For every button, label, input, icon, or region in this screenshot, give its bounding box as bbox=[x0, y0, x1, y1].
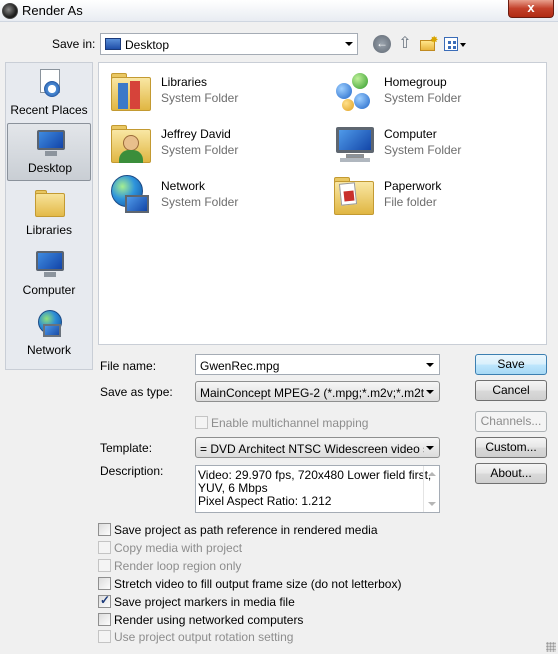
computer-icon bbox=[332, 121, 378, 165]
list-item[interactable]: Libraries System Folder bbox=[103, 67, 303, 115]
render-as-dialog: Render As x Save in: Desktop ← ⇧ ✸ Recen… bbox=[0, 0, 558, 654]
back-icon[interactable]: ← bbox=[373, 35, 391, 53]
option-loop-region-checkbox[interactable] bbox=[98, 559, 111, 572]
place-computer[interactable]: Computer bbox=[7, 247, 91, 305]
place-network[interactable]: Network bbox=[7, 307, 91, 365]
file-name-value: GwenRec.mpg bbox=[200, 359, 280, 373]
list-item[interactable]: Homegroup System Folder bbox=[326, 67, 526, 115]
option-label: Render using networked computers bbox=[114, 613, 304, 627]
description-scrollbar[interactable] bbox=[423, 466, 439, 512]
save-button[interactable]: Save bbox=[475, 354, 547, 375]
description-box[interactable]: Video: 29.970 fps, 720x480 Lower field f… bbox=[195, 465, 440, 513]
chevron-down-icon bbox=[426, 446, 434, 450]
desktop-icon bbox=[105, 38, 121, 50]
item-type: File folder bbox=[384, 195, 437, 209]
save-in-label: Save in: bbox=[52, 37, 96, 51]
item-name: Libraries bbox=[161, 75, 208, 89]
network-icon bbox=[34, 309, 66, 339]
cancel-button[interactable]: Cancel bbox=[475, 380, 547, 401]
place-desktop[interactable]: Desktop bbox=[7, 123, 91, 181]
place-label: Libraries bbox=[25, 223, 73, 237]
close-button[interactable]: x bbox=[508, 0, 554, 18]
save-in-value: Desktop bbox=[125, 38, 170, 52]
list-item[interactable]: Paperwork File folder bbox=[326, 171, 526, 219]
save-as-type-value: MainConcept MPEG-2 (*.mpg;*.m2v;*.m2t;*.… bbox=[200, 386, 424, 400]
option-label: Use project output rotation setting bbox=[114, 630, 294, 644]
list-item[interactable]: Jeffrey David System Folder bbox=[103, 119, 303, 167]
item-type: System Folder bbox=[161, 143, 239, 157]
item-type: System Folder bbox=[161, 195, 239, 209]
item-name: Computer bbox=[384, 127, 437, 141]
option-label: Copy media with project bbox=[114, 541, 243, 555]
place-label: Computer bbox=[22, 283, 76, 297]
scroll-down-icon[interactable] bbox=[428, 502, 436, 506]
views-menu-icon[interactable] bbox=[444, 35, 468, 53]
item-name: Network bbox=[161, 179, 206, 193]
checkmark-icon: ✓ bbox=[100, 593, 111, 607]
title-bar: Render As x bbox=[0, 0, 558, 22]
computer-icon bbox=[34, 249, 66, 279]
resize-grip[interactable] bbox=[546, 642, 556, 652]
description-line: Pixel Aspect Ratio: 1.212 bbox=[198, 494, 332, 508]
option-path-reference-checkbox[interactable] bbox=[98, 523, 111, 536]
place-label: Desktop bbox=[27, 161, 73, 175]
item-name: Homegroup bbox=[384, 75, 447, 89]
option-copy-media-checkbox[interactable] bbox=[98, 541, 111, 554]
recent-places-icon bbox=[34, 69, 66, 99]
scroll-up-icon[interactable] bbox=[428, 472, 436, 476]
option-label: Render loop region only bbox=[114, 559, 242, 573]
save-as-type-label: Save as type: bbox=[100, 385, 173, 399]
window-title: Render As bbox=[22, 3, 83, 18]
description-label: Description: bbox=[100, 464, 164, 478]
template-dropdown[interactable]: = DVD Architect NTSC Widescreen video st… bbox=[195, 437, 440, 458]
option-rotation-checkbox[interactable] bbox=[98, 630, 111, 643]
libraries-icon bbox=[34, 189, 66, 219]
place-label: Network bbox=[26, 343, 71, 357]
chevron-down-icon bbox=[426, 390, 434, 394]
save-in-dropdown[interactable]: Desktop bbox=[100, 33, 358, 55]
file-name-input[interactable]: GwenRec.mpg bbox=[195, 354, 440, 375]
option-label: Save project as path reference in render… bbox=[114, 523, 378, 537]
option-networked-render-checkbox[interactable] bbox=[98, 613, 111, 626]
place-label: Recent Places bbox=[10, 103, 88, 117]
option-label: Save project markers in media file bbox=[114, 595, 295, 609]
file-name-label: File name: bbox=[100, 359, 157, 373]
desktop-icon bbox=[35, 128, 67, 158]
description-line: YUV, 6 Mbps bbox=[198, 481, 268, 495]
item-name: Paperwork bbox=[384, 179, 442, 193]
save-as-type-dropdown[interactable]: MainConcept MPEG-2 (*.mpg;*.m2v;*.m2t;*.… bbox=[195, 381, 440, 402]
item-type: System Folder bbox=[384, 91, 462, 105]
item-name: Jeffrey David bbox=[161, 127, 231, 141]
option-stretch-video-checkbox[interactable] bbox=[98, 577, 111, 590]
list-item[interactable]: Computer System Folder bbox=[326, 119, 526, 167]
template-label: Template: bbox=[100, 441, 153, 455]
option-markers-checkbox[interactable]: ✓ bbox=[98, 593, 111, 608]
places-bar: Recent Places Desktop Libraries Computer… bbox=[5, 62, 93, 370]
template-value: = DVD Architect NTSC Widescreen video st… bbox=[200, 442, 424, 456]
new-folder-icon[interactable]: ✸ bbox=[419, 35, 438, 53]
item-type: System Folder bbox=[161, 91, 239, 105]
libraries-icon bbox=[109, 69, 155, 113]
description-line: Video: 29.970 fps, 720x480 Lower field f… bbox=[198, 468, 432, 482]
user-folder-icon bbox=[109, 121, 155, 165]
item-type: System Folder bbox=[384, 143, 462, 157]
multichannel-checkbox[interactable] bbox=[195, 416, 208, 429]
multichannel-label: Enable multichannel mapping bbox=[211, 416, 369, 430]
about-button[interactable]: About... bbox=[475, 463, 547, 484]
channels-button[interactable]: Channels... bbox=[475, 411, 547, 432]
homegroup-icon bbox=[332, 69, 378, 113]
place-recent-places[interactable]: Recent Places bbox=[7, 67, 91, 125]
custom-button[interactable]: Custom... bbox=[475, 437, 547, 458]
file-list[interactable]: Libraries System Folder Homegroup System… bbox=[98, 62, 547, 345]
chevron-down-icon bbox=[345, 42, 353, 46]
up-folder-icon[interactable]: ⇧ bbox=[396, 35, 414, 53]
place-libraries[interactable]: Libraries bbox=[7, 187, 91, 245]
option-label: Stretch video to fill output frame size … bbox=[114, 577, 402, 591]
chevron-down-icon[interactable] bbox=[426, 363, 434, 367]
app-icon bbox=[2, 3, 18, 19]
network-icon bbox=[109, 173, 155, 217]
list-item[interactable]: Network System Folder bbox=[103, 171, 303, 219]
folder-icon bbox=[332, 173, 378, 217]
